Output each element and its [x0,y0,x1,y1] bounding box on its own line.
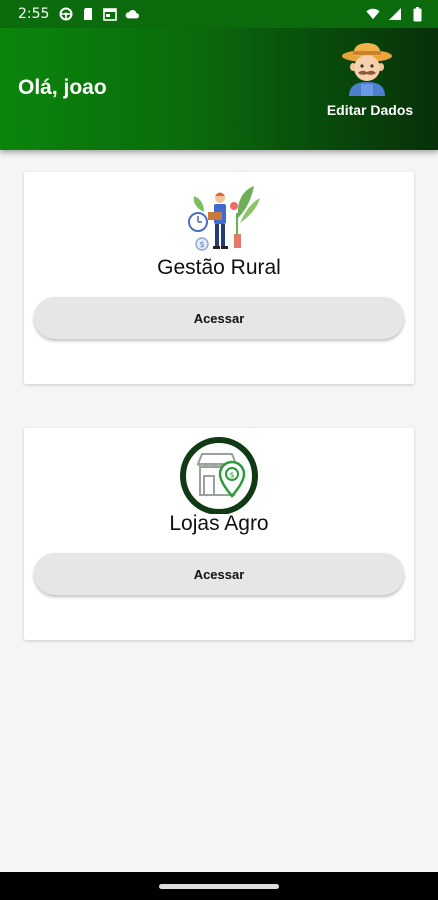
access-button[interactable]: Acessar [34,553,404,595]
card-gestao-rural: $ Gestão Rural Acessar [24,172,414,384]
signal-icon [388,7,402,21]
agro-store-icon: $ [180,437,258,514]
app-header: Olá, joao Editar Dados [0,28,438,150]
steering-wheel-icon [59,7,73,21]
farmer-avatar-icon[interactable] [339,40,395,96]
calendar-icon [103,7,118,21]
svg-text:$: $ [199,240,204,249]
card-lojas-agro: $ Lojas Agro Acessar [24,428,414,640]
farmer-illustration-icon: $ [188,186,260,251]
status-notification-icons [59,7,140,21]
cloud-icon [125,7,140,21]
navigation-bar [0,872,438,900]
access-button[interactable]: Acessar [34,297,404,339]
svg-text:$: $ [229,471,234,480]
card-title: Gestão Rural [157,256,281,279]
status-system-icons [366,6,424,21]
wifi-icon [366,7,380,21]
status-time: 2:55 [18,6,50,22]
edit-profile-label[interactable]: Editar Dados [327,102,413,118]
status-bar: 2:55 [0,0,438,28]
edit-profile-button[interactable]: Editar Dados [324,40,416,118]
card-title: Lojas Agro [169,512,269,535]
battery-icon [410,6,424,21]
home-gesture-handle[interactable] [159,884,279,889]
greeting-text: Olá, joao [18,76,107,99]
sim-card-icon [81,7,95,21]
